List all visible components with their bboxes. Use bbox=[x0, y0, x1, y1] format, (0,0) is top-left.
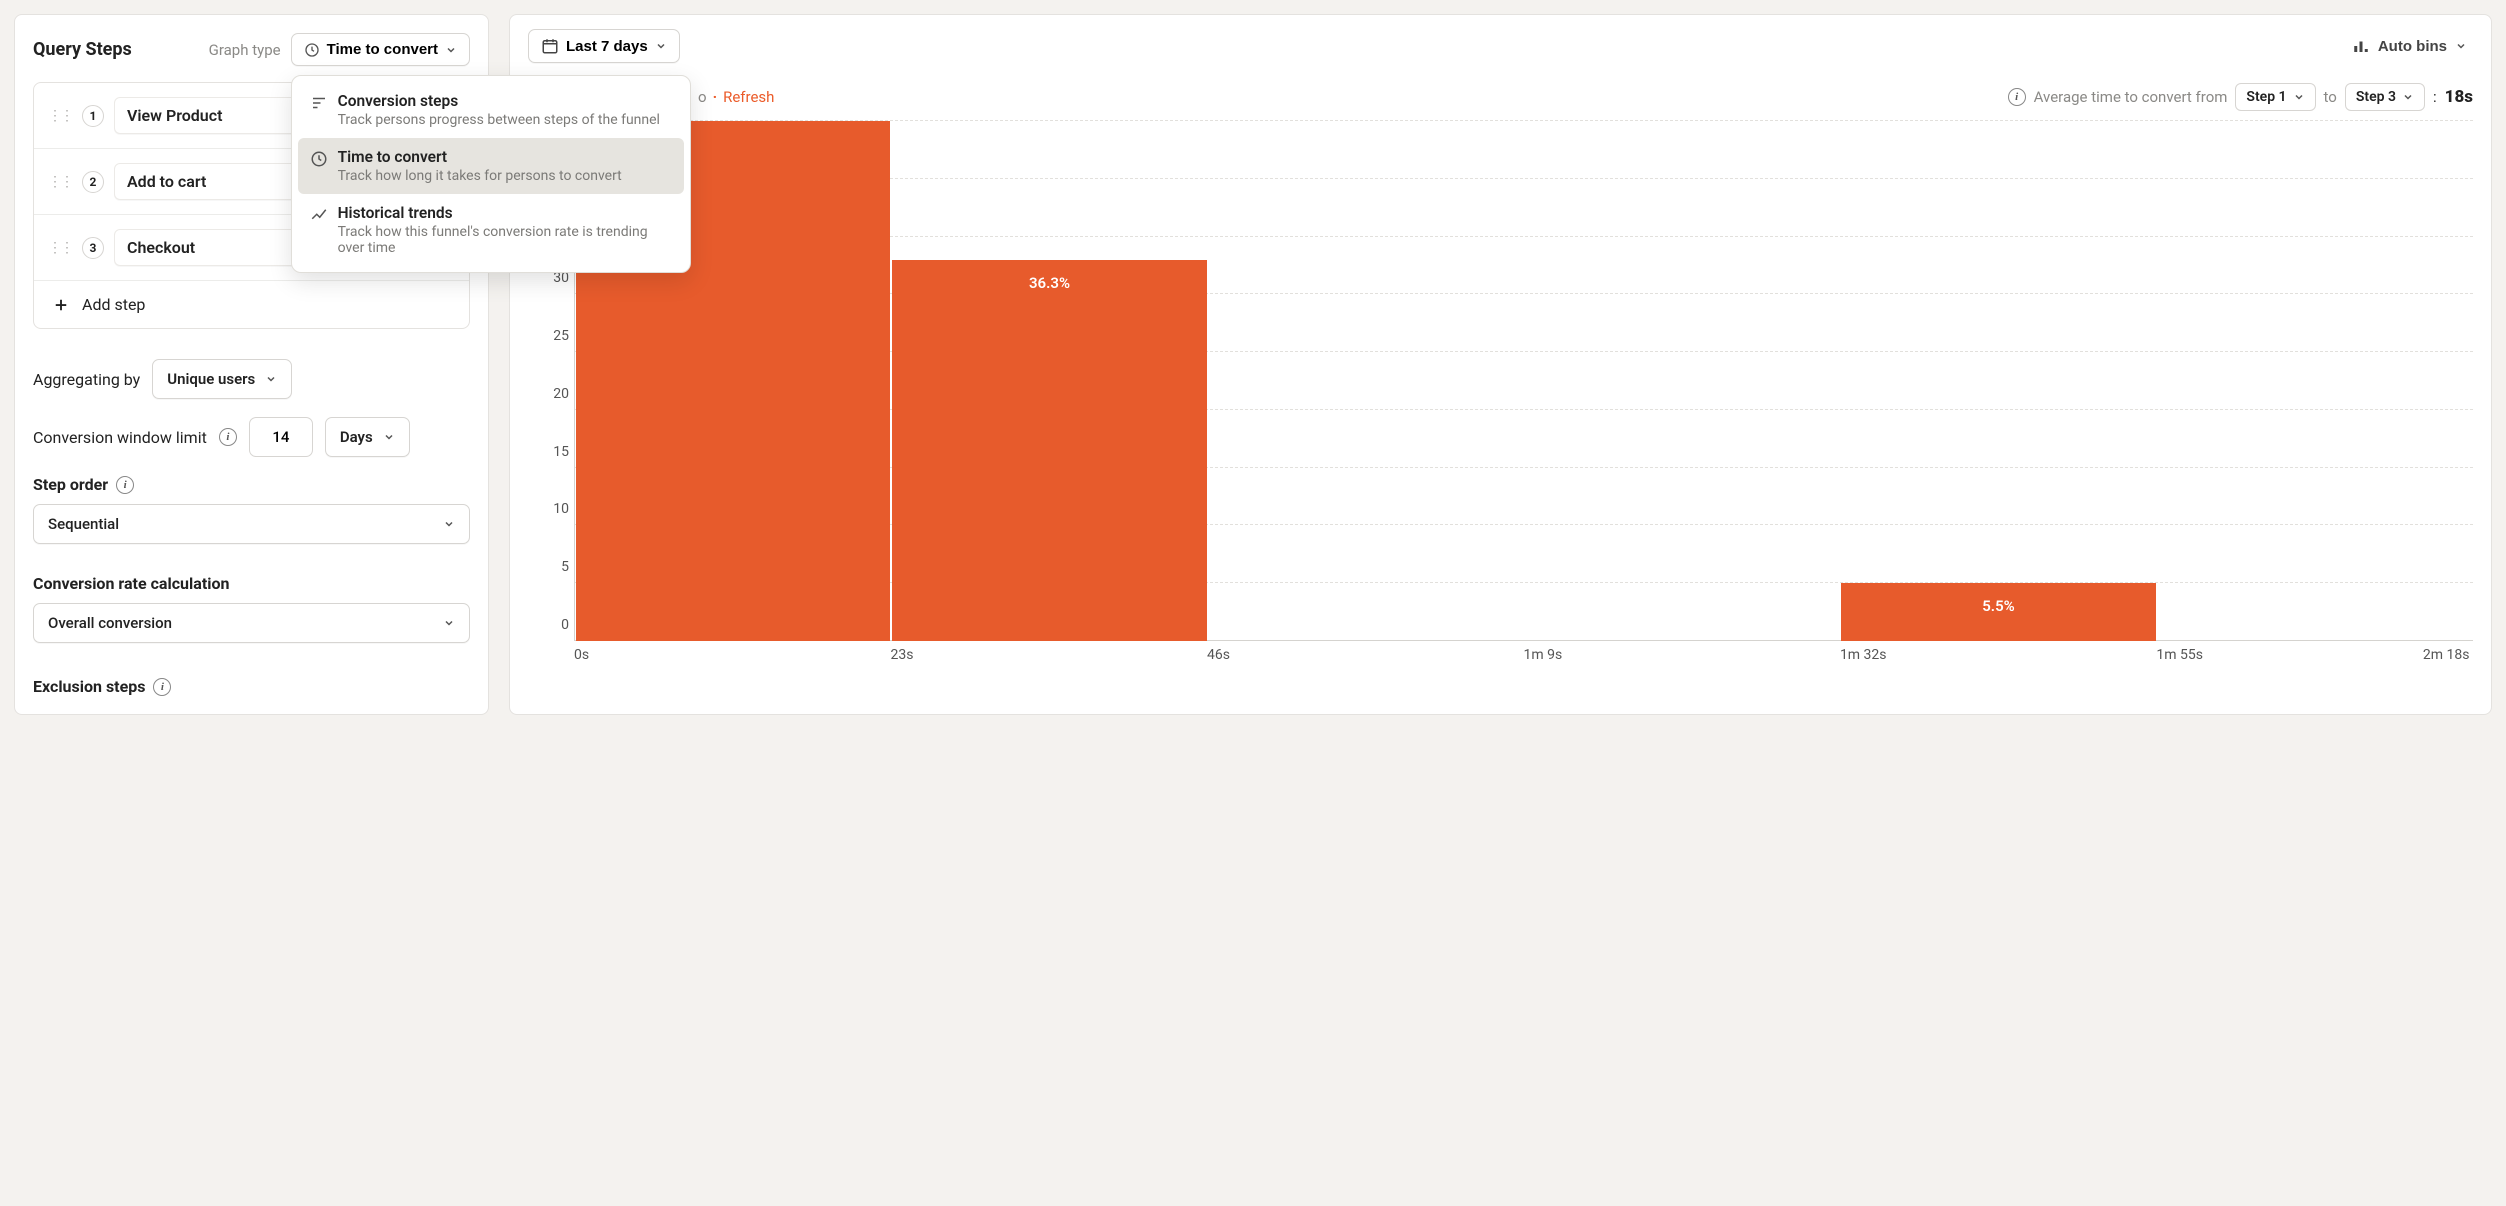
y-tick-label: 5 bbox=[535, 559, 569, 575]
conversion-window-label: Conversion window limit bbox=[33, 428, 207, 447]
histogram-bin[interactable]: 5.5% bbox=[1840, 121, 2156, 641]
chevron-down-icon bbox=[2455, 40, 2467, 52]
conversion-calc-select[interactable]: Overall conversion bbox=[33, 603, 470, 643]
avg-label: Average time to convert from bbox=[2034, 88, 2228, 106]
y-tick-label: 15 bbox=[535, 444, 569, 460]
chevron-down-icon bbox=[443, 518, 455, 530]
calendar-icon bbox=[541, 37, 559, 55]
info-icon[interactable]: i bbox=[2008, 88, 2026, 106]
add-step-button[interactable]: Add step bbox=[34, 281, 469, 328]
date-range-select[interactable]: Last 7 days bbox=[528, 29, 680, 63]
computed-suffix: o bbox=[698, 88, 707, 106]
chevron-down-icon bbox=[445, 44, 457, 56]
bar-value-label: 36.3% bbox=[892, 274, 1206, 292]
step-number-badge: 1 bbox=[82, 105, 104, 127]
avg-value: 18s bbox=[2445, 87, 2473, 107]
x-tick-label: 1m 9s bbox=[1523, 647, 1839, 663]
time-to-convert-chart: 05101520253035404536.3%5.5% 0s23s46s1m 9… bbox=[528, 121, 2473, 681]
aggregating-label: Aggregating by bbox=[33, 370, 140, 389]
graph-type-option-time-to-convert[interactable]: Time to convert Track how long it takes … bbox=[298, 138, 684, 194]
histogram-bin[interactable] bbox=[1524, 121, 1840, 641]
histogram-bin[interactable]: 36.3% bbox=[891, 121, 1207, 641]
graph-type-value: Time to convert bbox=[327, 41, 438, 58]
x-tick-label: 23s bbox=[890, 647, 1206, 663]
drag-handle-icon[interactable]: ⋮⋮ bbox=[48, 240, 72, 256]
x-tick-label: 2m 18s bbox=[2423, 647, 2470, 663]
conversion-window-unit-select[interactable]: Days bbox=[325, 417, 410, 457]
chevron-down-icon bbox=[383, 431, 395, 443]
conversion-window-input[interactable] bbox=[249, 417, 313, 457]
drag-handle-icon[interactable]: ⋮⋮ bbox=[48, 174, 72, 190]
chevron-down-icon bbox=[655, 40, 667, 52]
histogram-bar: 5.5% bbox=[1841, 583, 2155, 641]
graph-type-label: Graph type bbox=[209, 41, 281, 59]
chevron-down-icon bbox=[265, 373, 277, 385]
y-tick-label: 0 bbox=[535, 617, 569, 633]
x-tick-label: 46s bbox=[1207, 647, 1523, 663]
clock-icon bbox=[310, 148, 328, 184]
graph-type-option-historical-trends[interactable]: Historical trends Track how this funnel'… bbox=[298, 194, 684, 266]
to-label: to bbox=[2324, 88, 2337, 106]
to-step-select[interactable]: Step 3 bbox=[2345, 83, 2425, 111]
plus-icon bbox=[52, 296, 70, 314]
step-number-badge: 2 bbox=[82, 171, 104, 193]
step-order-label: Step order bbox=[33, 475, 108, 494]
dot-separator: · bbox=[713, 88, 718, 106]
trend-icon bbox=[310, 204, 328, 256]
chevron-down-icon bbox=[443, 617, 455, 629]
info-icon[interactable]: i bbox=[116, 476, 134, 494]
query-steps-panel: Query Steps Graph type Time to convert bbox=[14, 14, 489, 715]
bar-chart-icon bbox=[2352, 37, 2370, 55]
auto-bins-select[interactable]: Auto bins bbox=[2346, 36, 2473, 56]
graph-type-option-conversion-steps[interactable]: Conversion steps Track persons progress … bbox=[298, 82, 684, 138]
x-tick-label: 0s bbox=[574, 647, 890, 663]
step-number-badge: 3 bbox=[82, 237, 104, 259]
histogram-bin[interactable] bbox=[2157, 121, 2473, 641]
info-icon[interactable]: i bbox=[219, 428, 237, 446]
from-step-select[interactable]: Step 1 bbox=[2235, 83, 2315, 111]
histogram-bar: 36.3% bbox=[892, 260, 1206, 641]
step-order-select[interactable]: Sequential bbox=[33, 504, 470, 544]
steps-icon bbox=[310, 92, 328, 128]
exclusion-steps-label: Exclusion steps bbox=[33, 677, 145, 696]
y-tick-label: 20 bbox=[535, 386, 569, 402]
y-tick-label: 10 bbox=[535, 501, 569, 517]
graph-type-select[interactable]: Time to convert bbox=[291, 33, 470, 66]
info-icon[interactable]: i bbox=[153, 678, 171, 696]
conversion-calc-label: Conversion rate calculation bbox=[33, 574, 229, 593]
aggregating-select[interactable]: Unique users bbox=[152, 359, 292, 399]
chart-panel: Last 7 days Auto bins o · Refresh i Aver… bbox=[509, 14, 2492, 715]
bar-value-label: 5.5% bbox=[1841, 597, 2155, 615]
drag-handle-icon[interactable]: ⋮⋮ bbox=[48, 108, 72, 124]
panel-title: Query Steps bbox=[33, 39, 132, 60]
clock-icon bbox=[304, 42, 320, 58]
graph-type-dropdown[interactable]: Conversion steps Track persons progress … bbox=[291, 75, 691, 273]
refresh-link[interactable]: Refresh bbox=[723, 88, 774, 106]
histogram-bin[interactable] bbox=[1208, 121, 1524, 641]
x-tick-label: 1m 32s bbox=[1840, 647, 2156, 663]
y-tick-label: 25 bbox=[535, 328, 569, 344]
